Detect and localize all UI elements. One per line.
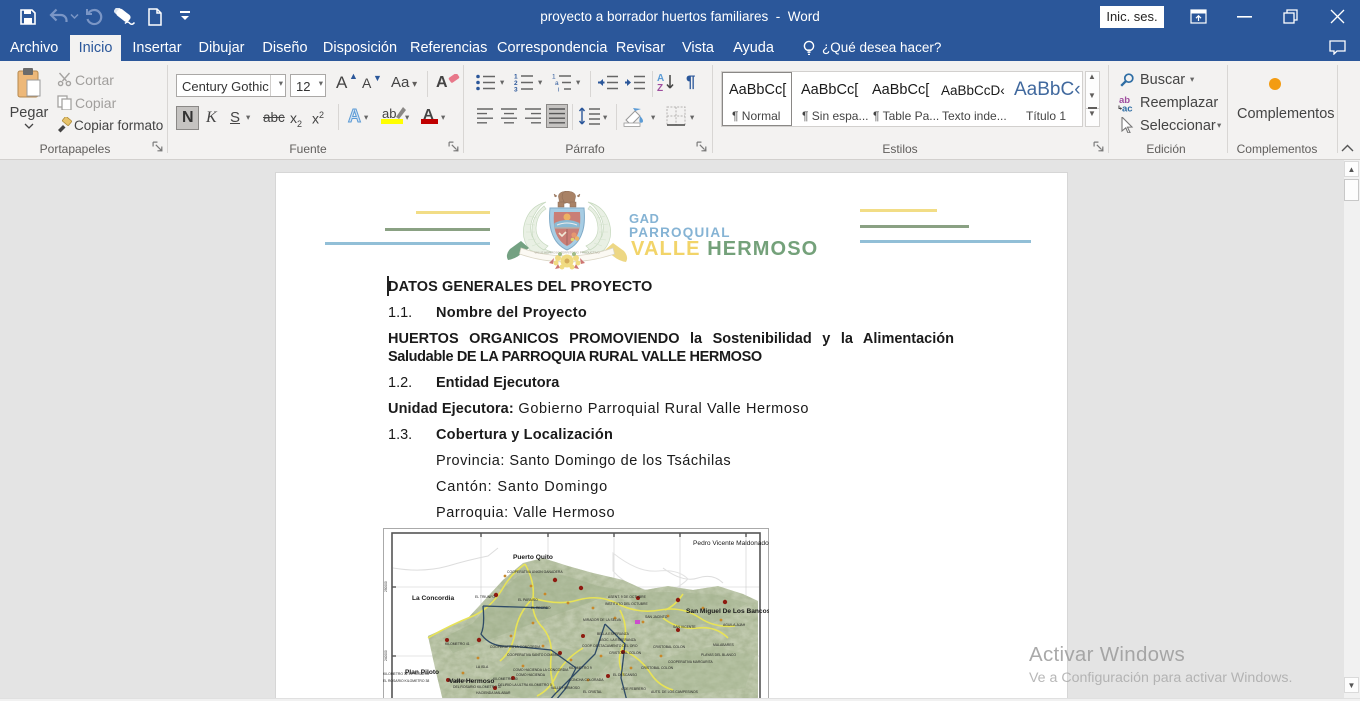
svg-text:i: i xyxy=(558,87,559,93)
svg-text:Z: Z xyxy=(657,83,663,92)
svg-text:COOPERATIVA MARGARITA: COOPERATIVA MARGARITA xyxy=(668,660,713,664)
svg-text:KILOMETRO 32 EL ROSARIO: KILOMETRO 32 EL ROSARIO xyxy=(383,672,430,676)
svg-text:COOPERATIVA SANTO DOMINGO: COOPERATIVA SANTO DOMINGO xyxy=(507,653,561,657)
svg-text:COMO HACIENDA LA CONCORDIA: COMO HACIENDA LA CONCORDIA xyxy=(513,668,569,672)
svg-text:EL TRIUNFO: EL TRIUNFO xyxy=(475,595,495,599)
svg-text:240000: 240000 xyxy=(384,650,388,661)
svg-text:BELLA ESPERANZA: BELLA ESPERANZA xyxy=(597,632,630,636)
svg-text:La Concordia: La Concordia xyxy=(412,595,454,602)
svg-text:CONCHA COLORADA: CONCHA COLORADA xyxy=(569,678,604,682)
svg-text:KILOMETRO 31: KILOMETRO 31 xyxy=(448,679,473,683)
svg-text:KILOMETRO 41: KILOMETRO 41 xyxy=(445,642,470,646)
svg-text:ASOC. LA ESPERANZA: ASOC. LA ESPERANZA xyxy=(599,638,637,642)
svg-text:AUTS. DE LOS CAMPESINOS: AUTS. DE LOS CAMPESINOS xyxy=(651,690,699,694)
svg-text:EL DESCANSO: EL DESCANSO xyxy=(613,673,637,677)
svg-text:SAN VICENTE: SAN VICENTE xyxy=(673,625,696,629)
svg-text:CRISTOBAL COLON: CRISTOBAL COLON xyxy=(641,666,674,670)
svg-text:EL CRISTAL: EL CRISTAL xyxy=(583,690,602,694)
svg-text:EL ROSARIO KILOMETRO 38: EL ROSARIO KILOMETRO 38 xyxy=(383,679,429,683)
svg-text:3: 3 xyxy=(514,87,518,93)
svg-text:San Miguel De Los Bancos: San Miguel De Los Bancos xyxy=(686,608,769,615)
svg-text:ASENT. 9 DE OCTUBRE: ASENT. 9 DE OCTUBRE xyxy=(608,595,647,599)
svg-text:COOP. DESTACAMENTO DEL ORO: COOP. DESTACAMENTO DEL ORO xyxy=(582,644,638,648)
svg-text:HACIENDA MALABAR: HACIENDA MALABAR xyxy=(476,691,511,695)
svg-text:SAN JACINTO: SAN JACINTO xyxy=(645,615,668,619)
svg-text:4 DE FEBRERO: 4 DE FEBRERO xyxy=(621,687,646,691)
svg-text:DELIRIO LA ULTRA KILOMETRO 5: DELIRIO LA ULTRA KILOMETRO 5 xyxy=(498,683,552,687)
svg-text:MALABARES: MALABARES xyxy=(713,643,734,647)
svg-text:LA ISLA: LA ISLA xyxy=(476,665,489,669)
svg-text:AGUILA-AJAH: AGUILA-AJAH xyxy=(723,623,746,627)
svg-text:VALLE HERMOSO TERRITORIO PRODU: VALLE HERMOSO TERRITORIO PRODUCTIVO xyxy=(534,251,600,255)
svg-text:MIRADOR DE LA SELVA: MIRADOR DE LA SELVA xyxy=(583,618,622,622)
svg-text:DEL ROSARIO KILOMETRO 37: DEL ROSARIO KILOMETRO 37 xyxy=(453,685,502,689)
svg-text:KILOMETRO 9: KILOMETRO 9 xyxy=(569,666,592,670)
svg-text:COOPERATIVA UNION GANADERA: COOPERATIVA UNION GANADERA xyxy=(507,570,563,574)
svg-text:CRISTOBAL COLON: CRISTOBAL COLON xyxy=(653,645,686,649)
svg-text:INSTITUTO DEL OCTUBRE: INSTITUTO DEL OCTUBRE xyxy=(605,602,649,606)
svg-text:VALLE HERMOSO: VALLE HERMOSO xyxy=(551,686,580,690)
svg-text:Pedro Vicente Maldonado: Pedro Vicente Maldonado xyxy=(693,540,769,547)
svg-text:KILOMETRO 30: KILOMETRO 30 xyxy=(493,677,518,681)
svg-text:COOPERATIVA LA CONCORDIA: COOPERATIVA LA CONCORDIA xyxy=(490,645,541,649)
svg-text:PLAYAS DEL BLANCO: PLAYAS DEL BLANCO xyxy=(701,653,736,657)
svg-text:250000: 250000 xyxy=(384,581,388,592)
svg-text:Puerto Quito: Puerto Quito xyxy=(513,554,553,561)
svg-text:EL PARAISO: EL PARAISO xyxy=(518,598,538,602)
svg-text:COMO HACIENDA: COMO HACIENDA xyxy=(516,673,546,677)
svg-text:EL RECREO: EL RECREO xyxy=(531,606,551,610)
svg-text:ac: ac xyxy=(1122,104,1133,113)
svg-text:CRISTOBAL COLON: CRISTOBAL COLON xyxy=(609,651,642,655)
